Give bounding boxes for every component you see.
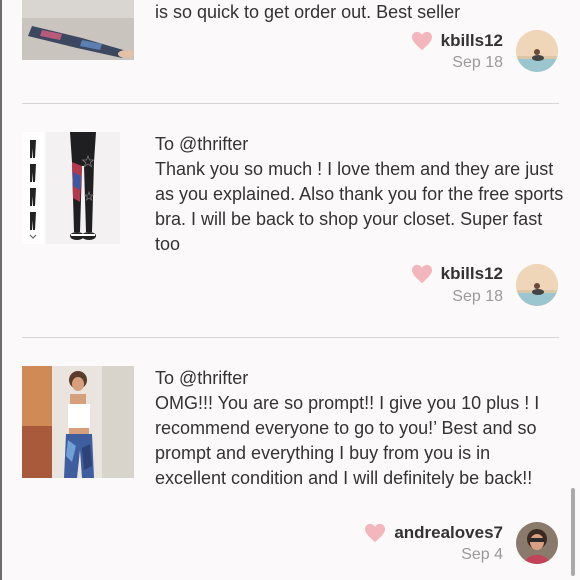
scrollbar-thumb[interactable] [571,488,575,576]
chevron-down-icon[interactable] [29,234,37,240]
review-date: Sep 4 [461,546,503,563]
reviewer-username[interactable]: kbills12 [441,264,503,284]
review-text: Thank you so much ! I love them and they… [155,159,564,254]
reviewer-username[interactable]: kbills12 [441,31,503,51]
review-date: Sep 18 [452,54,503,71]
thumbnail-strip[interactable] [22,132,44,244]
reviewer-avatar[interactable] [516,522,558,564]
review-text: is so quick to get order out. Best selle… [155,2,461,22]
heart-icon[interactable] [364,523,386,543]
listing-thumbnail[interactable] [22,366,134,478]
heart-icon[interactable] [411,31,433,51]
reviewer-row: andrealoves7 [0,522,503,544]
review-recipient: To @thrifter [155,134,249,154]
reviewer-avatar[interactable] [516,264,558,306]
review-divider [22,103,559,104]
listing-thumbnail[interactable] [46,132,120,244]
reviewer-username[interactable]: andrealoves7 [394,523,503,543]
reviewer-row: kbills12 [0,263,503,285]
review-recipient: To @thrifter [155,368,249,388]
review-divider [22,337,559,338]
review-text: OMG!!! You are so prompt!! I give you 10… [155,393,540,488]
reviewer-avatar[interactable] [516,30,558,72]
reviewer-row: kbills12 [0,30,503,52]
heart-icon[interactable] [411,264,433,284]
review-date: Sep 18 [452,288,503,305]
